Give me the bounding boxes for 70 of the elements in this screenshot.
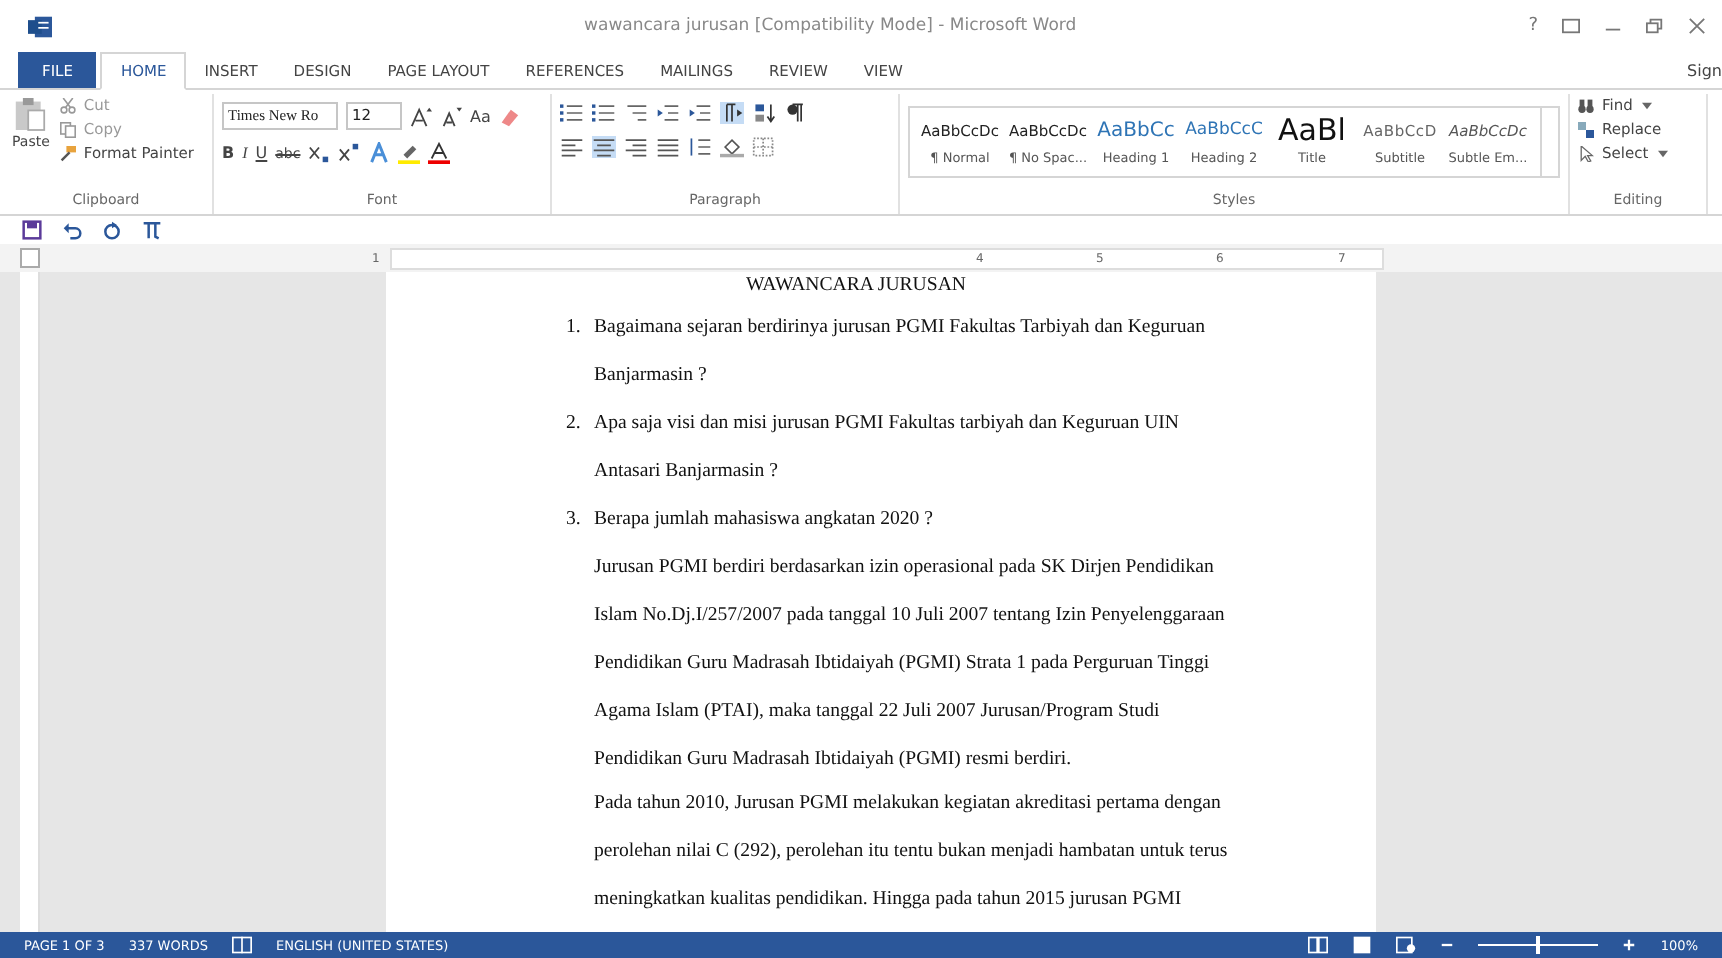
left-to-right-icon[interactable]: [720, 102, 744, 124]
restore-icon[interactable]: [1646, 18, 1664, 34]
list-number: 2.: [566, 410, 583, 438]
copy-icon: [59, 121, 76, 137]
clipboard-icon: [14, 94, 47, 134]
alignment-icon[interactable]: [656, 136, 680, 158]
document-text: Pada tahun 2010, Jurusan PGMI melakukan kegiatan akreditasi pertama dengan: [594, 790, 1221, 818]
proofing-icon[interactable]: [231, 936, 252, 954]
sort-icon[interactable]: [752, 102, 776, 124]
undo-icon[interactable]: [62, 220, 82, 240]
bold-button[interactable]: B: [222, 144, 235, 162]
multilevel-list-icon[interactable]: [624, 102, 648, 124]
document-text: perolehan nilai C (292), perolehan itu tentu bukan menjadi hambatan untuk terus: [594, 838, 1228, 866]
document-text: Berapa jumlah mahasiswa angkatan 2020 ?: [594, 506, 933, 534]
alignment-icon[interactable]: [560, 136, 584, 158]
brush-icon: [59, 145, 76, 161]
caret-icon: [1658, 149, 1669, 157]
redo-icon[interactable]: [102, 220, 122, 240]
window-title: wawancara jurusan [Compatibility Mode] - Microsoft Word: [582, 16, 1079, 36]
borders-icon[interactable]: [752, 136, 776, 158]
list-number: 1.: [566, 314, 583, 342]
text-effects-icon[interactable]: [368, 142, 391, 164]
list-number: 3.: [566, 506, 583, 534]
equation-icon[interactable]: [142, 220, 162, 240]
numbering-icon[interactable]: [592, 102, 616, 124]
alignment-icon[interactable]: [592, 136, 616, 158]
shading-icon[interactable]: [720, 136, 744, 158]
document-text: Bagaimana sejaran berdirinya jurusan PGMI Fakultas Tarbiyah dan Keguruan: [594, 314, 1205, 342]
print-layout-icon[interactable]: [1352, 936, 1373, 954]
italic-button[interactable]: I: [242, 144, 248, 162]
zoom-out-icon[interactable]: [1440, 938, 1455, 952]
web-layout-icon[interactable]: [1396, 936, 1417, 954]
save-icon[interactable]: [22, 220, 42, 240]
document-text: Pendidikan Guru Madrasah Ibtidaiyah (PGMI) resmi berdiri.: [594, 746, 1072, 774]
subscript-icon[interactable]: [308, 142, 331, 164]
zoom-slider-thumb[interactable]: [1536, 936, 1541, 954]
ribbon-display-icon[interactable]: [1562, 18, 1580, 34]
document-text: Pendidikan Guru Madrasah Ibtidaiyah (PGMI) Strata 1 pada Perguruan Tinggi: [594, 650, 1210, 678]
highlight-icon[interactable]: [398, 142, 421, 164]
grow-font-icon[interactable]: [410, 105, 432, 127]
close-icon[interactable]: [1688, 18, 1706, 34]
change-case-button[interactable]: Aa: [470, 107, 491, 125]
read-mode-icon[interactable]: [1308, 936, 1329, 954]
alignment-icon[interactable]: [624, 136, 648, 158]
document-text: Antasari Banjarmasin ?: [594, 458, 778, 486]
document-text: meningkatkan kualitas pendidikan. Hingga pada tahun 2015 jurusan PGMI: [594, 886, 1182, 914]
document-text: Apa saja visi dan misi jurusan PGMI Fakultas tarbiyah dan Keguruan UIN: [594, 410, 1179, 438]
document-text: Agama Islam (PTAI), maka tanggal 22 Juli 2007 Jurusan/Program Studi: [594, 698, 1160, 726]
superscript-icon[interactable]: [338, 142, 361, 164]
font-color-icon[interactable]: [428, 142, 451, 164]
document-text: Islam No.Dj.I/257/2007 pada tanggal 10 Juli 2007 tentang Izin Penyelenggaraan: [594, 602, 1225, 630]
underline-button[interactable]: U: [255, 144, 268, 162]
document-text: Jurusan PGMI berdiri berdasarkan izin operasional pada SK Dirjen Pendidikan: [594, 554, 1214, 582]
help-button[interactable]: ?: [1528, 16, 1538, 36]
replace-icon: [1578, 121, 1594, 137]
word-logo-icon: [28, 15, 52, 37]
sign-in-link[interactable]: Sign: [1687, 61, 1722, 79]
binoculars-icon: [1578, 97, 1594, 113]
document-title: WAWANCARA JURUSAN: [744, 274, 968, 300]
caret-icon: [1642, 101, 1653, 109]
zoom-in-icon[interactable]: [1622, 938, 1637, 952]
decrease-indent-icon[interactable]: [656, 102, 680, 124]
cursor-icon: [1578, 145, 1594, 161]
scissors-icon: [59, 97, 76, 113]
bullets-icon[interactable]: [560, 102, 584, 124]
document-text: Banjarmasin ?: [594, 362, 707, 390]
shrink-font-icon[interactable]: [440, 105, 462, 127]
increase-indent-icon[interactable]: [688, 102, 712, 124]
pilcrow-icon[interactable]: [784, 102, 808, 124]
line-spacing-icon[interactable]: [688, 136, 712, 158]
